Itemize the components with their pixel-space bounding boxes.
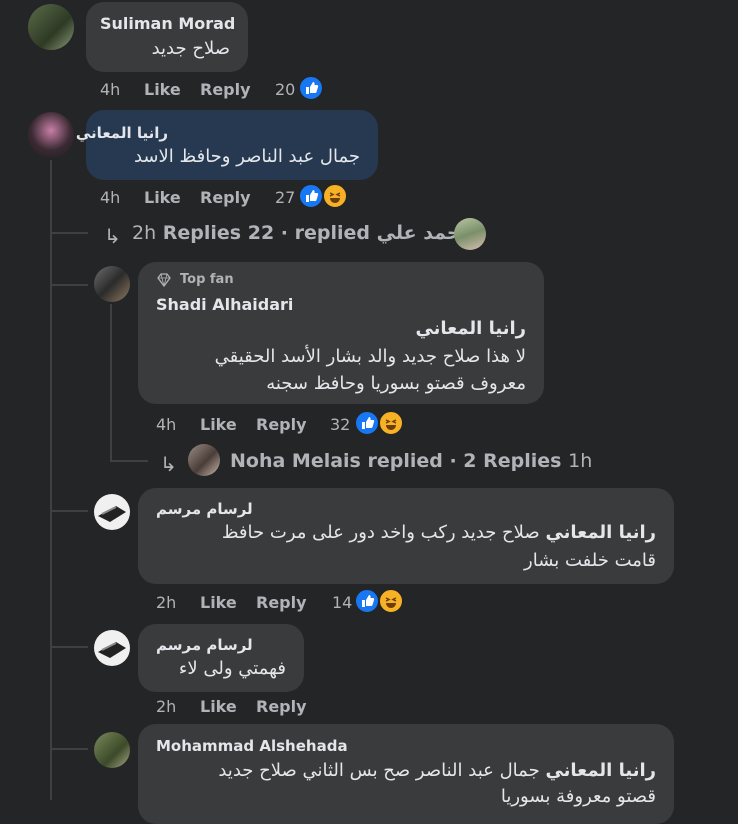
reply-button[interactable]: Reply (200, 80, 251, 99)
like-button[interactable]: Like (200, 697, 237, 716)
comment-author[interactable]: لرسام مرسم (156, 636, 253, 654)
replies-count: Replies 22 (162, 222, 275, 244)
avatar[interactable] (28, 112, 74, 158)
comment-text: رانيا المعاني صلاح جديد ركب واخد دور على… (222, 522, 656, 543)
like-button[interactable]: Like (200, 593, 237, 612)
avatar[interactable] (188, 444, 220, 476)
reply-button[interactable]: Reply (256, 593, 307, 612)
mention[interactable]: رانيا المعاني (545, 760, 656, 781)
like-button[interactable]: Like (200, 415, 237, 434)
reaction-count[interactable]: 32 (330, 415, 350, 434)
like-button[interactable]: Like (144, 188, 181, 207)
reaction-count[interactable]: 20 (275, 80, 295, 99)
thread-connector (50, 232, 88, 234)
comment-bubble (86, 2, 248, 72)
comment-text: معروف قصتو بسوريا وحافظ سجنه (266, 373, 526, 394)
comment-author[interactable]: Shadi Alhaidari (156, 295, 293, 314)
reaction-count[interactable]: 14 (332, 593, 352, 612)
haha-icon (378, 410, 404, 436)
reply-button[interactable]: Reply (200, 188, 251, 207)
separator: · (280, 222, 289, 244)
like-icon (354, 588, 380, 614)
reply-arrow-icon: ↳ (160, 452, 177, 476)
comment-bubble-highlighted (86, 110, 378, 180)
reply-button[interactable]: Reply (256, 697, 307, 716)
comment-time[interactable]: 2h (156, 697, 176, 716)
mention-tag[interactable]: رانيا المعاني (415, 318, 526, 339)
replied-by: replied محمد علي (294, 222, 473, 244)
comment-author[interactable]: رانيا المعاني (76, 124, 168, 142)
thread-connector (50, 510, 88, 512)
mention[interactable]: رانيا المعاني (415, 318, 526, 339)
haha-icon (322, 183, 348, 209)
comment-text-part: صلاح جديد ركب واخد دور على مرت حافظ (221, 522, 540, 543)
avatar[interactable] (454, 218, 486, 250)
avatar[interactable] (94, 266, 130, 302)
like-icon (298, 75, 324, 101)
comment-text: لا هذا صلاح جديد والد بشار الأسد الحقيقي (214, 346, 526, 367)
comment-text: جمال عبد الناصر وحافظ الاسد (133, 146, 360, 167)
reply-arrow-icon: ↳ (104, 224, 121, 248)
replies-time: 2h (132, 222, 157, 244)
view-replies-link[interactable]: Noha Melais replied · 2 Replies 1h (230, 450, 592, 472)
avatar[interactable] (94, 630, 130, 666)
comment-author[interactable]: Mohammad Alshehada (156, 737, 348, 755)
replies-time: 1h (568, 450, 593, 472)
like-icon (298, 183, 324, 209)
top-fan-badge: Top fan (180, 272, 234, 287)
reaction-count[interactable]: 27 (275, 188, 295, 207)
thread-line (50, 160, 52, 800)
comment-author[interactable]: لرسام مرسم (156, 500, 253, 518)
comment-time[interactable]: 4h (100, 188, 120, 207)
nested-thread-line (110, 304, 112, 462)
view-replies-link[interactable]: 2h Replies 22 · replied محمد علي (132, 222, 472, 244)
comment-text: قامت خلفت بشار (524, 550, 656, 571)
haha-icon (378, 588, 404, 614)
diamond-icon (156, 272, 172, 291)
avatar[interactable] (94, 732, 130, 768)
mention[interactable]: رانيا المعاني (545, 522, 656, 543)
comment-text: فهمتي ولى لاء (178, 658, 286, 679)
comment-text-part: جمال عبد الناصر صح بس الثاني صلاح جديد (218, 760, 540, 781)
comment-time[interactable]: 4h (156, 415, 176, 434)
nested-connector (110, 460, 148, 462)
comment-time[interactable]: 4h (100, 80, 120, 99)
comment-text: قصتو معروفة بسوريا (500, 786, 656, 807)
thread-connector (50, 646, 88, 648)
comment-time[interactable]: 2h (156, 593, 176, 612)
reply-button[interactable]: Reply (256, 415, 307, 434)
comment-text: رانيا المعاني جمال عبد الناصر صح بس الثا… (218, 760, 656, 781)
nested-replied-text: Noha Melais replied · 2 Replies (230, 450, 562, 472)
thread-connector (50, 284, 88, 286)
comment-author[interactable]: Suliman Morad (100, 14, 235, 33)
avatar[interactable] (94, 494, 130, 530)
avatar[interactable] (28, 4, 74, 50)
like-icon (354, 410, 380, 436)
comment-text: صلاح جديد (151, 38, 230, 59)
like-button[interactable]: Like (144, 80, 181, 99)
thread-connector (50, 748, 88, 750)
